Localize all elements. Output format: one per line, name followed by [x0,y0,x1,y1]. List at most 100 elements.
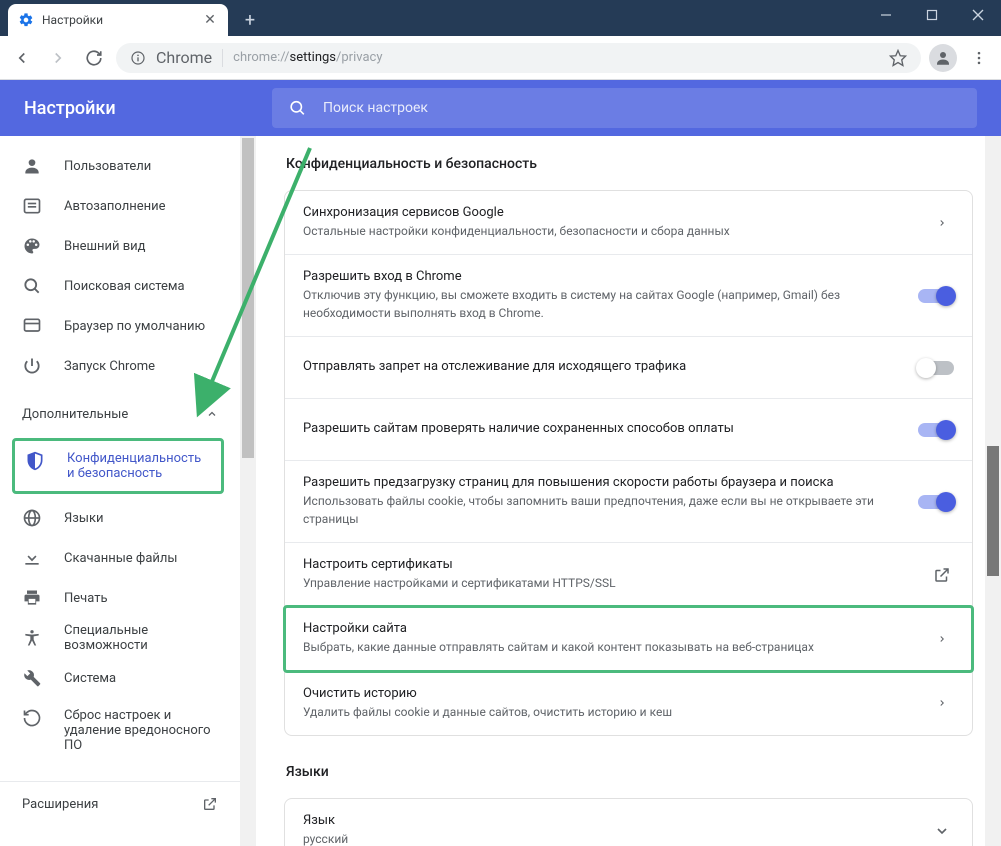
sidebar-item-label: Запуск Chrome [64,359,155,374]
sidebar-item[interactable]: Специальные возможности [0,618,240,658]
browser-toolbar: Chrome chrome://settings/privacy [0,36,1001,80]
back-button[interactable] [8,44,36,72]
restore-icon [22,708,42,728]
settings-row[interactable]: Настроить сертификаты Управление настройк… [285,543,972,607]
browser-tab[interactable]: Настройки ✕ [8,4,228,36]
sidebar-item[interactable]: Сброс настроек и удаление вредоносного П… [0,698,240,763]
settings-search[interactable] [272,88,977,128]
sidebar: Пользователи Автозаполнение Внешний вид Пои… [0,136,256,846]
settings-row[interactable]: Синхронизация сервисов GoogleОстальные н… [285,191,972,255]
row-title: Отправлять запрет на отслеживание для ис… [303,359,902,374]
divider [222,49,223,67]
row-title: Настройки сайта [303,621,914,636]
settings-row[interactable]: Настройки сайтаВыбрать, какие данные отп… [285,607,972,671]
settings-search-input[interactable] [323,100,961,116]
titlebar: Настройки ✕ + [0,0,1001,36]
toggle-switch[interactable] [918,495,954,509]
profile-button[interactable] [929,44,957,72]
sidebar-item-privacy[interactable]: Конфиденциальность и безопасность [15,441,221,491]
chevron-right-icon [930,695,954,711]
page-title: Настройки [0,98,256,119]
sidebar-item-label: Пользователи [64,159,151,174]
maximize-button[interactable] [909,0,955,30]
sidebar-item[interactable]: Печать [0,578,240,618]
sidebar-scrollbar[interactable] [240,136,256,846]
person-icon [22,156,42,176]
sidebar-item[interactable]: Автозаполнение [0,186,240,226]
settings-header: Настройки [0,80,1001,136]
forward-button[interactable] [44,44,72,72]
new-tab-button[interactable]: + [236,6,264,34]
sidebar-item[interactable]: Внешний вид [0,226,240,266]
tab-title: Настройки [42,13,194,27]
accessibility-icon [22,628,42,648]
sidebar-item[interactable]: Поисковая система [0,266,240,306]
sidebar-item-label: Внешний вид [64,239,146,254]
sidebar-item-label: Языки [64,511,104,526]
row-title: Очистить историю [303,686,914,701]
sidebar-item[interactable]: Языки [0,498,240,538]
row-title: Настроить сертификаты [303,557,914,572]
main-scrollbar[interactable] [985,136,1001,846]
settings-row[interactable]: Разрешить вход в Chrome Отключив эту функ… [285,255,972,337]
sidebar-item[interactable]: Скачанные файлы [0,538,240,578]
toggle-switch[interactable] [918,289,954,303]
settings-row[interactable]: Отправлять запрет на отслеживание для ис… [285,337,972,399]
section-title-privacy: Конфиденциальность и безопасность [284,156,973,172]
wrench-icon [22,668,42,688]
menu-button[interactable] [965,44,993,72]
row-title: Язык [303,813,914,828]
main-content: Конфиденциальность и безопасность Синхро… [256,136,1001,846]
sidebar-item-label: Сброс настроек и удаление вредоносного П… [64,708,218,753]
window-controls [863,0,1001,36]
sidebar-item-label: Поисковая система [64,279,185,294]
download-icon [22,548,42,568]
sidebar-item-label: Система [64,671,116,686]
row-title: Разрешить сайтам проверять наличие сохра… [303,421,902,436]
row-subtitle: Отключив эту функцию, вы сможете входить… [303,287,902,322]
print-icon [22,588,42,608]
sidebar-item[interactable]: Пользователи [0,146,240,186]
address-bar[interactable]: Chrome chrome://settings/privacy [116,43,921,73]
section-title-languages: Языки [284,764,973,780]
toggle-switch[interactable] [918,423,954,437]
row-subtitle: Управление настройками и сертификатами H… [303,575,914,592]
settings-row[interactable]: Разрешить предзагрузку страниц для повыш… [285,461,972,543]
sidebar-advanced-label: Дополнительные [22,407,128,422]
shield-icon [25,451,45,471]
chevron-up-icon [206,408,218,420]
url-chrome-label: Chrome [156,48,212,67]
row-subtitle: русский [303,831,914,846]
external-link-icon [202,796,218,812]
row-title: Разрешить вход в Chrome [303,269,902,284]
languages-card: Язык русский [284,798,973,846]
close-tab-icon[interactable]: ✕ [202,12,218,28]
row-subtitle: Использовать файлы cookie, чтобы запомни… [303,493,902,528]
sidebar-item-label: Автозаполнение [64,199,166,214]
globe-icon [22,508,42,528]
bookmark-star-icon[interactable] [889,49,907,67]
chevron-down-icon [930,823,954,839]
sidebar-item-label: Скачанные файлы [64,551,178,566]
close-window-button[interactable] [955,0,1001,30]
sidebar-item-label: Браузер по умолчанию [64,319,205,334]
search-icon [22,276,42,296]
settings-row[interactable]: Очистить историюУдалить файлы cookie и д… [285,672,972,735]
sidebar-advanced-toggle[interactable]: Дополнительные [0,394,240,434]
palette-icon [22,236,42,256]
reload-button[interactable] [80,44,108,72]
chevron-right-icon [930,215,954,231]
sidebar-extensions[interactable]: Расширения [0,781,240,826]
browser-icon [22,316,42,336]
tabs-strip: Настройки ✕ + [0,0,863,36]
sidebar-item[interactable]: Браузер по умолчанию [0,306,240,346]
autofill-icon [22,196,42,216]
row-title: Разрешить предзагрузку страниц для повыш… [303,475,902,490]
settings-row[interactable]: Разрешить сайтам проверять наличие сохра… [285,399,972,461]
minimize-button[interactable] [863,0,909,30]
site-info-icon[interactable] [130,50,146,66]
sidebar-item[interactable]: Система [0,658,240,698]
sidebar-item[interactable]: Запуск Chrome [0,346,240,386]
row-language[interactable]: Язык русский [285,799,972,846]
toggle-switch[interactable] [918,361,954,375]
